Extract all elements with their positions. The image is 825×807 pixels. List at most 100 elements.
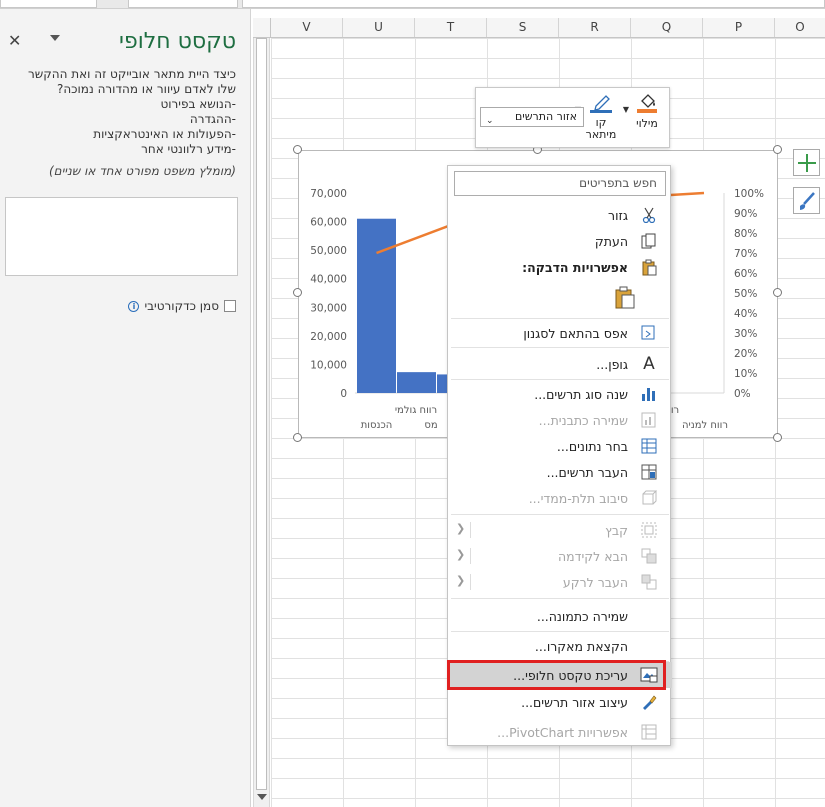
menu-item-move-chart[interactable]: העבר תרשים... — [448, 459, 672, 485]
x-tick-label: הכנסות — [361, 420, 393, 431]
top-tab[interactable] — [0, 0, 97, 8]
paste-option-picture-button[interactable] — [612, 286, 636, 312]
resize-handle[interactable] — [773, 433, 782, 442]
y-tick-label: 20,000 — [310, 331, 347, 343]
column-header-P[interactable]: P — [703, 18, 775, 37]
column-header-R[interactable]: R — [559, 18, 631, 37]
fill-button[interactable]: מילוי — [630, 92, 664, 130]
vertical-scrollbar[interactable] — [253, 20, 270, 807]
column-headers: V U T S R Q P O — [271, 18, 825, 38]
description-line: כיצד היית מתאר אובייקט זה ואת ההקשר — [27, 67, 236, 81]
chart-element-value: אזור התרשים — [514, 110, 577, 123]
menu-item-format-chart-area[interactable]: עיצוב אזור תרשים... — [448, 689, 672, 715]
menu-item-label: העבר לרקע — [562, 574, 628, 590]
group-icon — [640, 521, 658, 539]
menu-item-label: עיצוב אזור תרשים... — [521, 694, 628, 710]
y2-tick-label: 30% — [734, 328, 757, 340]
menu-item-pivotchart-options[interactable]: אפשרויות PivotChart... — [448, 719, 672, 745]
pane-options-chevron-down-icon[interactable] — [50, 35, 60, 41]
column-header-U[interactable]: U — [343, 18, 415, 37]
fill-chevron-down-icon[interactable]: ▼ — [623, 105, 629, 114]
menu-item-reset-style[interactable]: אפס בהתאם לסגנון — [448, 320, 672, 346]
resize-handle[interactable] — [293, 288, 302, 297]
decorative-checkbox[interactable] — [224, 300, 236, 312]
menu-item-bring-forward[interactable]: הבא לקידמה ❮ — [448, 543, 672, 569]
format-brush-icon — [640, 693, 658, 711]
scroll-down-icon[interactable] — [257, 794, 267, 800]
plus-icon — [798, 154, 816, 172]
outline-label-2: מיתאר — [585, 128, 617, 141]
x-tick-label: מס — [424, 420, 437, 431]
fill-label: מילוי — [636, 117, 658, 130]
menu-item-save-template[interactable]: שמירה כתבנית... — [448, 407, 672, 433]
menu-separator — [451, 514, 669, 515]
y2-tick-label: 50% — [734, 288, 757, 300]
menu-item-label: קבץ — [605, 522, 628, 538]
top-tab[interactable] — [242, 0, 825, 8]
menu-item-rotate-3d[interactable]: סיבוב תלת-ממדי... — [448, 485, 672, 511]
select-all-corner[interactable] — [253, 18, 271, 38]
send-backward-icon — [640, 573, 658, 591]
scroll-thumb[interactable] — [256, 38, 267, 790]
menu-item-label: סיבוב תלת-ממדי... — [528, 490, 628, 506]
chart-element-select[interactable]: אזור התרשים ⌄ — [480, 107, 584, 127]
menu-item-send-backward[interactable]: העבר לרקע ❮ — [448, 569, 672, 595]
column-header-O[interactable]: O — [775, 18, 825, 37]
pane-title: טקסט חלופי — [119, 29, 236, 54]
y2-tick-label: 20% — [734, 348, 757, 360]
top-tab[interactable] — [128, 0, 238, 8]
chevron-left-icon: ❮ — [456, 574, 466, 587]
menu-item-cut[interactable]: גזור — [448, 202, 672, 228]
menu-item-label: הבא לקידמה — [558, 548, 628, 564]
description-line: -הנושא בפירוט — [160, 97, 236, 111]
menu-item-group[interactable]: קבץ ❮ — [448, 517, 672, 543]
menu-item-assign-macro[interactable]: הקצאת מאקרו... — [448, 633, 672, 659]
template-icon — [640, 411, 658, 429]
resize-handle[interactable] — [293, 145, 302, 154]
menu-item-label: בחר נתונים... — [556, 438, 628, 454]
y2-tick-label: 70% — [734, 248, 757, 260]
pane-hint: (מומלץ משפט מפורט אחד או שניים) — [48, 164, 236, 178]
description-line: -מידע רלוונטי אחר — [141, 142, 236, 156]
y-tick-label: 10,000 — [310, 359, 347, 371]
close-icon[interactable]: ✕ — [8, 31, 21, 50]
menu-item-copy[interactable]: העתק — [448, 228, 672, 254]
column-header-S[interactable]: S — [487, 18, 559, 37]
resize-handle[interactable] — [773, 288, 782, 297]
menu-item-select-data[interactable]: בחר נתונים... — [448, 433, 672, 459]
info-icon[interactable]: i — [128, 300, 140, 312]
chart-bar — [357, 218, 396, 393]
menu-search-input[interactable]: חפש בתפריטים — [454, 171, 666, 196]
submenu-separator — [470, 522, 471, 538]
chart-bar — [397, 372, 436, 393]
y2-tick-label: 40% — [734, 308, 757, 320]
chart-styles-button[interactable] — [793, 187, 820, 214]
menu-item-save-as-picture[interactable]: שמירה כתמונה... — [448, 603, 672, 629]
resize-handle[interactable] — [773, 145, 782, 154]
menu-separator — [451, 318, 669, 319]
bring-forward-icon — [640, 547, 658, 565]
chart-elements-button[interactable] — [793, 149, 820, 176]
menu-item-font[interactable]: A גופן... — [448, 351, 672, 377]
paint-bucket-icon — [637, 94, 657, 113]
bar-chart-icon — [640, 385, 658, 403]
description-line: שלו לאדם עיוור או מהדורה נמוכה? — [56, 82, 236, 96]
highlight-annotation — [447, 660, 666, 690]
x-tick-label: רווח למניה — [682, 420, 728, 431]
resize-handle[interactable] — [293, 433, 302, 442]
column-header-T[interactable]: T — [415, 18, 487, 37]
column-header-V[interactable]: V — [271, 18, 343, 37]
alt-text-input[interactable] — [5, 197, 238, 276]
submenu-separator — [470, 548, 471, 564]
menu-item-label: שמירה כתבנית... — [538, 412, 628, 428]
decorative-row: סמן כדקורטיבי i — [128, 299, 236, 313]
menu-item-label: העבר תרשים... — [546, 464, 628, 480]
column-header-Q[interactable]: Q — [631, 18, 703, 37]
copy-icon — [640, 232, 658, 250]
format-mini-toolbar: מילוי ▼ קו מיתאר ▼ אזור התרשים ⌄ — [475, 87, 670, 148]
brush-icon — [800, 192, 815, 210]
y-tick-label: 0 — [340, 388, 347, 400]
menu-item-paste-options: אפשרויות הדבקה: — [448, 254, 672, 280]
outline-button[interactable]: קו מיתאר — [581, 92, 621, 141]
menu-item-change-chart-type[interactable]: שנה סוג תרשים... — [448, 381, 672, 407]
